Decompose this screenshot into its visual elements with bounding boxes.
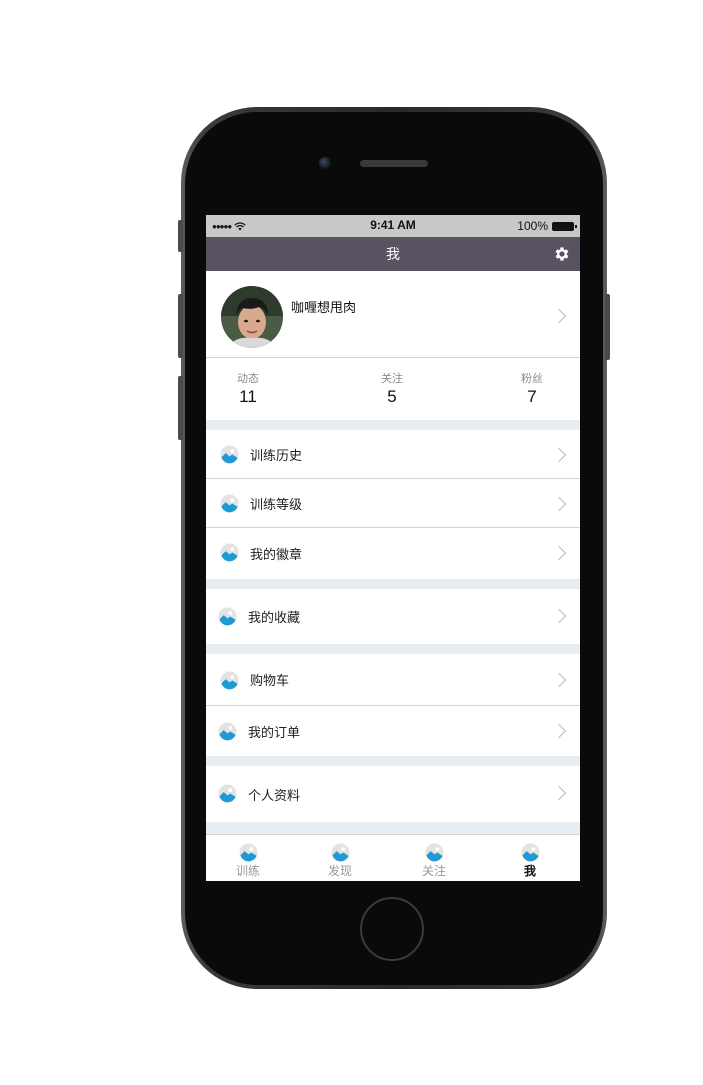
- chevron-right-icon: [551, 447, 567, 463]
- status-bar: ●●●●● 9:41 AM 100%: [206, 215, 580, 237]
- tab-label: 关注: [421, 864, 446, 878]
- image-icon: [220, 494, 239, 513]
- image-icon: [220, 445, 239, 464]
- chevron-right-icon: [551, 608, 567, 624]
- earpiece-speaker: [360, 160, 428, 167]
- menu-item-my-badges[interactable]: 我的徽章: [206, 528, 580, 579]
- stat-following[interactable]: 关注 5: [362, 370, 422, 407]
- image-icon: [218, 607, 237, 626]
- menu-item-personal-info[interactable]: 个人资料: [206, 766, 580, 822]
- gear-icon[interactable]: [553, 245, 571, 263]
- section-gap: [206, 644, 580, 654]
- stat-value: 7: [527, 387, 537, 406]
- image-icon: [424, 843, 444, 862]
- stat-label: 关注: [381, 372, 403, 385]
- chevron-right-icon: [551, 545, 567, 561]
- tab-label: 我: [523, 864, 536, 878]
- menu-item-label: 我的订单: [248, 725, 301, 741]
- image-icon: [238, 843, 258, 862]
- stat-label: 粉丝: [521, 372, 543, 385]
- image-icon: [330, 843, 350, 862]
- image-icon: [220, 671, 239, 690]
- front-camera: [319, 157, 331, 169]
- menu-item-my-favorites[interactable]: 我的收藏: [206, 589, 580, 644]
- image-icon: [520, 843, 540, 862]
- home-button[interactable]: [360, 897, 424, 961]
- stat-followers[interactable]: 粉丝 7: [502, 370, 562, 407]
- stat-label: 动态: [237, 372, 259, 385]
- nav-bar: 我: [206, 237, 580, 271]
- tab-me[interactable]: 我: [508, 843, 552, 879]
- chevron-right-icon: [551, 308, 567, 324]
- section-gap: [206, 420, 580, 430]
- app-screen: ●●●●● 9:41 AM 100% 我 咖喱想甩肉 动态 11 关注 5 粉丝…: [206, 215, 580, 881]
- stat-value: 5: [387, 387, 397, 406]
- profile-header[interactable]: 咖喱想甩肉: [206, 271, 580, 358]
- chevron-right-icon: [551, 723, 567, 739]
- profile-name: 咖喱想甩肉: [291, 301, 357, 316]
- stat-value: 11: [239, 387, 257, 406]
- stats-bar: 动态 11 关注 5 粉丝 7: [206, 358, 580, 420]
- menu-item-training-level[interactable]: 训练等级: [206, 479, 580, 528]
- menu-item-label: 个人资料: [248, 788, 301, 804]
- menu-item-label: 训练历史: [250, 448, 303, 464]
- image-icon: [220, 543, 239, 562]
- chevron-right-icon: [551, 785, 567, 801]
- page-title: 我: [386, 247, 400, 263]
- image-icon: [218, 722, 237, 741]
- volume-down-button: [178, 376, 183, 440]
- menu-item-my-orders[interactable]: 我的订单: [206, 706, 580, 756]
- power-button: [605, 294, 610, 360]
- image-icon: [218, 784, 237, 803]
- section-gap: [206, 756, 580, 766]
- volume-up-button: [178, 294, 183, 358]
- battery-icon: [552, 221, 577, 231]
- avatar[interactable]: [221, 286, 283, 348]
- tab-label: 训练: [235, 864, 260, 878]
- menu-item-training-history[interactable]: 训练历史: [206, 430, 580, 479]
- tab-training[interactable]: 训练: [226, 843, 270, 879]
- mute-switch: [178, 220, 183, 252]
- tab-label: 发现: [327, 864, 352, 878]
- menu-item-label: 我的收藏: [248, 611, 301, 626]
- chevron-right-icon: [551, 496, 567, 512]
- menu-item-label: 购物车: [250, 674, 290, 689]
- tab-following[interactable]: 关注: [412, 843, 456, 879]
- status-time: 9:41 AM: [370, 218, 416, 232]
- menu-item-label: 我的徽章: [250, 548, 303, 563]
- section-gap: [206, 579, 580, 589]
- chevron-right-icon: [551, 672, 567, 688]
- tab-bar: 训练 发现 关注 我: [206, 834, 580, 881]
- menu-item-cart[interactable]: 购物车: [206, 654, 580, 706]
- tab-discover[interactable]: 发现: [318, 843, 362, 879]
- menu-item-label: 训练等级: [250, 497, 303, 513]
- stat-posts[interactable]: 动态 11: [218, 370, 278, 407]
